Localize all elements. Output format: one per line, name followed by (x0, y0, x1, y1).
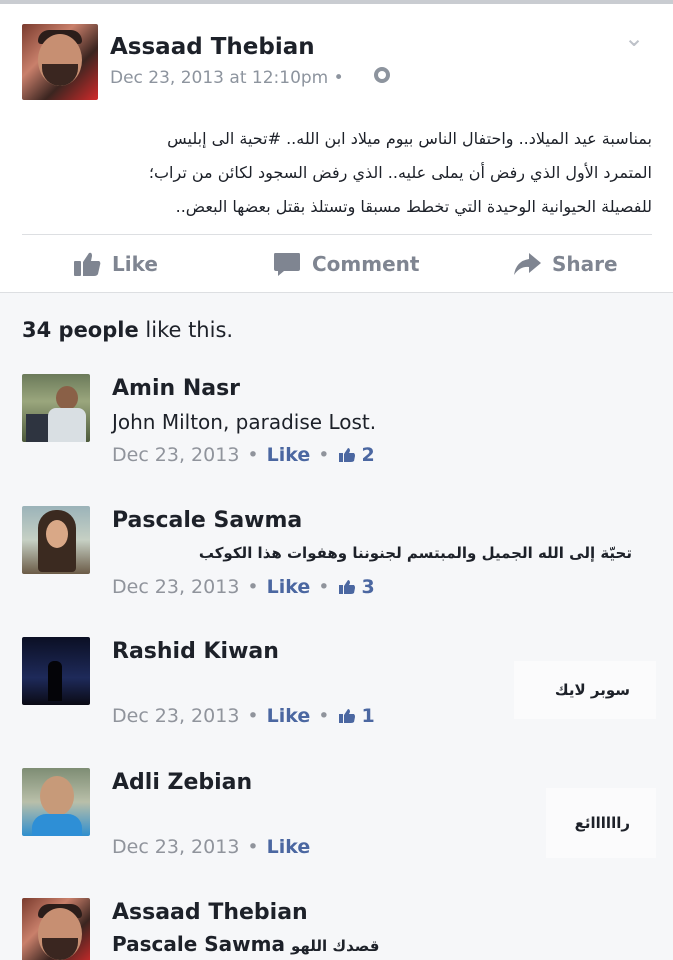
action-divider (22, 234, 652, 235)
comment-item: Pascale Sawma تحيّة إلى الله الجميل والم… (0, 506, 673, 616)
comment-meta: Dec 23, 2013 • Like • 2 (112, 444, 375, 466)
comment-item: Adli Zebian راااااائع Dec 23, 2013 • Lik… (0, 768, 673, 878)
thumbs-up-icon (74, 252, 101, 276)
comment-date[interactable]: Dec 23, 2013 (112, 705, 239, 727)
share-button[interactable]: Share (512, 248, 618, 280)
comment-meta: Dec 23, 2013 • Like • 1 (112, 705, 375, 727)
thumbs-up-icon (338, 709, 355, 723)
comment-item: Rashid Kiwan سوبر لايك Dec 23, 2013 • Li… (0, 637, 673, 747)
commenter-avatar[interactable] (22, 637, 90, 705)
comment-icon (274, 253, 300, 276)
comment-like-link[interactable]: Like (267, 836, 311, 858)
comment-like-link[interactable]: Like (267, 705, 311, 727)
post-timestamp[interactable]: Dec 23, 2013 at 12:10pm • (110, 68, 344, 88)
globe-icon (374, 67, 390, 83)
comment-button[interactable]: Comment (272, 248, 419, 280)
comment-like-count[interactable]: 1 (338, 705, 375, 727)
comment-text: تحيّة إلى الله الجميل والمبتسم لجنوننا و… (198, 544, 632, 562)
post-card: Assaad Thebian Dec 23, 2013 at 12:10pm •… (0, 4, 673, 293)
likes-summary[interactable]: 34 people like this. (22, 318, 233, 342)
commenter-name[interactable]: Rashid Kiwan (112, 639, 279, 664)
comment-meta: Dec 23, 2013 • Like (112, 836, 311, 858)
thumbs-up-icon (338, 580, 355, 594)
comment-date[interactable]: Dec 23, 2013 (112, 576, 239, 598)
comment-item: Assaad Thebian Pascale Sawma قصدك اللهو (0, 898, 673, 960)
comment-like-link[interactable]: Like (267, 576, 311, 598)
comment-text: قصدك اللهو (290, 937, 380, 955)
comment-text: راااااائع (546, 788, 656, 858)
comment-text: سوبر لايك (514, 661, 656, 719)
commenter-name[interactable]: Assaad Thebian (112, 900, 308, 925)
commenter-avatar[interactable] (22, 374, 90, 442)
comment-text: John Milton, paradise Lost. (112, 410, 377, 434)
share-arrow-icon (514, 253, 541, 275)
commenter-name[interactable]: Adli Zebian (112, 770, 252, 795)
post-text-line: بمناسبة عيد الميلاد.. واحتفال الناس بيوم… (167, 129, 652, 148)
like-button[interactable]: Like (72, 248, 158, 280)
post-author-name[interactable]: Assaad Thebian (110, 34, 315, 60)
comment-date[interactable]: Dec 23, 2013 (112, 836, 239, 858)
comment-date[interactable]: Dec 23, 2013 (112, 444, 239, 466)
comment-like-count[interactable]: 3 (338, 576, 375, 598)
post-text-line: المتمرد الأول الذي رفض أن يملى عليه.. ال… (148, 163, 652, 182)
commenter-avatar[interactable] (22, 506, 90, 574)
comment-meta: Dec 23, 2013 • Like • 3 (112, 576, 375, 598)
comment-item: Amin Nasr John Milton, paradise Lost. De… (0, 374, 673, 484)
comment-text-row: Pascale Sawma قصدك اللهو (112, 932, 379, 956)
commenter-avatar[interactable] (22, 768, 90, 836)
commenter-avatar[interactable] (22, 898, 90, 960)
chevron-down-icon[interactable]: ⌄ (622, 26, 646, 50)
comment-like-link[interactable]: Like (267, 444, 311, 466)
mention-link[interactable]: Pascale Sawma (112, 932, 285, 956)
commenter-name[interactable]: Amin Nasr (112, 376, 240, 401)
post-text-line: للفصيلة الحيوانية الوحيدة التي تخطط مسبق… (175, 197, 652, 216)
comment-like-count[interactable]: 2 (338, 444, 375, 466)
commenter-name[interactable]: Pascale Sawma (112, 508, 302, 533)
post-body: بمناسبة عيد الميلاد.. واحتفال الناس بيوم… (22, 122, 652, 224)
thumbs-up-icon (338, 448, 355, 462)
author-avatar[interactable] (22, 24, 98, 100)
